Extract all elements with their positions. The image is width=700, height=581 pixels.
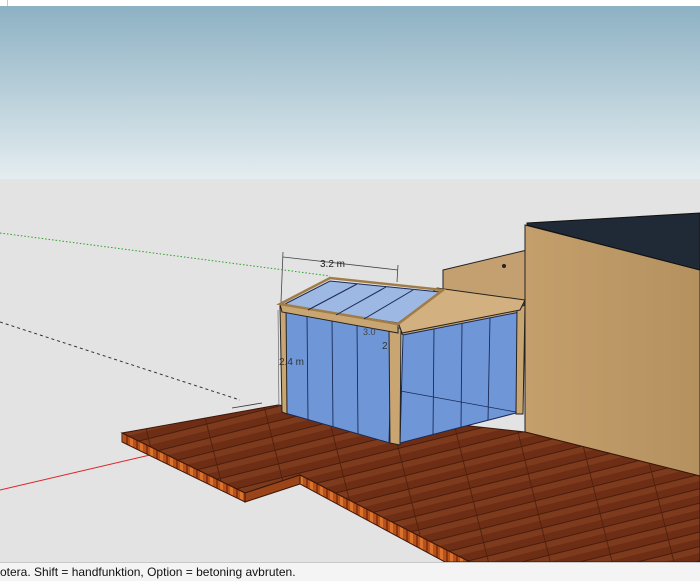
dimension-width-label: 3.2 m <box>320 259 345 270</box>
dimension-height-left-label: 2.4 m <box>279 357 304 368</box>
corner-post <box>388 327 402 446</box>
dimension-back-label: 3.0 <box>363 327 376 337</box>
status-bar: otera. Shift = handfunktion, Option = be… <box>0 562 700 581</box>
dimension-height-right-label: 2 <box>382 341 388 352</box>
wall-fixture <box>502 264 506 268</box>
status-text: otera. Shift = handfunktion, Option = be… <box>0 565 296 579</box>
right-post <box>515 304 526 415</box>
sky <box>0 6 700 179</box>
sketchup-window: 3.2 m 2.4 m 2 3.0 otera. Shift = handfun… <box>0 0 700 581</box>
3d-viewport[interactable]: 3.2 m 2.4 m 2 3.0 <box>0 6 700 562</box>
